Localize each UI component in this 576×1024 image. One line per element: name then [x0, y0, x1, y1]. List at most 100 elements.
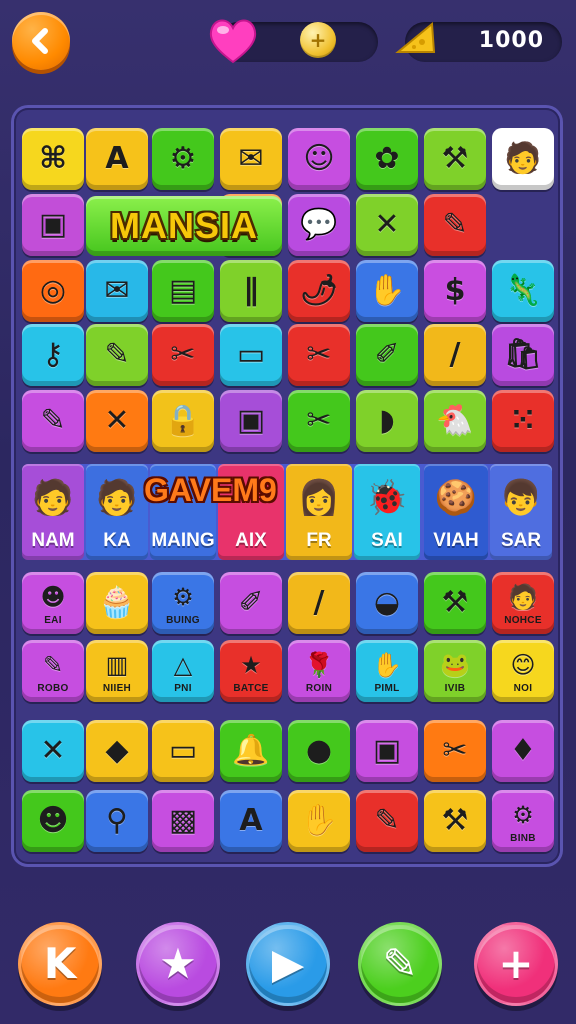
- tile-r4c5[interactable]: ✂: [288, 324, 350, 386]
- tile-icon: ✋: [300, 803, 338, 838]
- tile-r1c5[interactable]: ☺: [288, 128, 350, 190]
- add-button[interactable]: +: [474, 922, 558, 1006]
- tile-icon: 🦎: [504, 273, 542, 308]
- tile-r1c3[interactable]: ⚙: [152, 128, 214, 190]
- tile-icon: /: [449, 337, 461, 372]
- tile-icon: ✕: [374, 207, 400, 242]
- tile-r4c1[interactable]: ⚷: [22, 324, 84, 386]
- character-label: SAR: [500, 530, 542, 551]
- tile-r3c3[interactable]: ▤: [152, 260, 214, 322]
- tile-r4c3[interactable]: ✂: [152, 324, 214, 386]
- tile-caption: PNI: [174, 682, 192, 694]
- tile-r3c7[interactable]: $: [424, 260, 486, 322]
- tile-r9c1[interactable]: ✕: [22, 720, 84, 782]
- tile-r3c8[interactable]: 🦎: [492, 260, 554, 322]
- tile-r9c5[interactable]: ●: [288, 720, 350, 782]
- tile-r7c3[interactable]: ⚙ BUING: [152, 572, 214, 634]
- tile-r1c8[interactable]: 🧑: [492, 128, 554, 190]
- tile-r3c1[interactable]: ◎: [22, 260, 84, 322]
- tile-r7c6[interactable]: ◒: [356, 572, 418, 634]
- tile-r5c2[interactable]: ✕: [86, 390, 148, 452]
- play-button[interactable]: ▶: [246, 922, 330, 1006]
- tile-r4c7[interactable]: /: [424, 324, 486, 386]
- back-button[interactable]: [12, 12, 70, 70]
- character-cell[interactable]: 🍪 VIAH: [424, 464, 488, 560]
- tile-r8c5[interactable]: 🌹 ROIN: [288, 640, 350, 702]
- tile-r7c7[interactable]: ⚒: [424, 572, 486, 634]
- tile-r7c2[interactable]: 🧁: [86, 572, 148, 634]
- tile-r8c7[interactable]: 🐸 IVIB: [424, 640, 486, 702]
- tile-icon: ✎: [42, 650, 64, 679]
- tile-r9c3[interactable]: ▭: [152, 720, 214, 782]
- tile-r7c1[interactable]: ☻ EAI: [22, 572, 84, 634]
- tile-r5c6[interactable]: ◗: [356, 390, 418, 452]
- tile-r5c3[interactable]: 🔒: [152, 390, 214, 452]
- tile-r10c8[interactable]: ⚙ BINB: [492, 790, 554, 852]
- tile-r10c1[interactable]: ☻: [22, 790, 84, 852]
- tile-r5c1[interactable]: ✎: [22, 390, 84, 452]
- brush-button[interactable]: ✎: [358, 922, 442, 1006]
- tile-r9c7[interactable]: ✂: [424, 720, 486, 782]
- tile-r1c4[interactable]: ✉: [220, 128, 282, 190]
- tile-r7c4[interactable]: ✐: [220, 572, 282, 634]
- tile-r1c2[interactable]: A: [86, 128, 148, 190]
- tile-r8c3[interactable]: △ PNI: [152, 640, 214, 702]
- tile-r5c4[interactable]: ▣: [220, 390, 282, 452]
- tile-r8c8[interactable]: 😊 NOI: [492, 640, 554, 702]
- tile-r2c5[interactable]: 💬: [288, 194, 350, 256]
- tile-icon: ✎: [374, 803, 400, 838]
- tile-r10c6[interactable]: ✎: [356, 790, 418, 852]
- tile-r10c7[interactable]: ⚒: [424, 790, 486, 852]
- star-button[interactable]: ★: [136, 922, 220, 1006]
- tile-r2c1[interactable]: ▣: [22, 194, 84, 256]
- tile-r3c2[interactable]: ✉: [86, 260, 148, 322]
- tile-icon: ▭: [168, 733, 198, 768]
- banner-title: MANSIA: [110, 205, 258, 246]
- character-cell[interactable]: 🧑 NAM: [22, 464, 84, 560]
- tile-r4c8[interactable]: 🛍: [492, 324, 554, 386]
- tile-r1c1[interactable]: ⌘: [22, 128, 84, 190]
- tile-icon: ✋: [368, 273, 406, 308]
- tile-r8c1[interactable]: ✎ ROBO: [22, 640, 84, 702]
- tile-r10c4[interactable]: A: [220, 790, 282, 852]
- character-face-icon: 🐞: [365, 478, 409, 518]
- tile-r3c4[interactable]: ∥: [220, 260, 282, 322]
- tile-r7c5[interactable]: /: [288, 572, 350, 634]
- character-cell[interactable]: 👦 SAR: [490, 464, 552, 560]
- tile-r9c4[interactable]: 🔔: [220, 720, 282, 782]
- tile-r4c2[interactable]: ✎: [86, 324, 148, 386]
- tile-caption: IVIB: [444, 682, 466, 694]
- tile-r10c2[interactable]: ⚲: [86, 790, 148, 852]
- character-cell[interactable]: 🐞 SAI: [354, 464, 420, 560]
- heart-icon: [209, 19, 257, 64]
- tile-r8c2[interactable]: ▥ NIIEH: [86, 640, 148, 702]
- tile-r4c6[interactable]: ✐: [356, 324, 418, 386]
- character-cell[interactable]: 👩 FR: [286, 464, 352, 560]
- tile-r5c7[interactable]: 🐔: [424, 390, 486, 452]
- tile-r3c6[interactable]: ✋: [356, 260, 418, 322]
- tile-r5c5[interactable]: ✂: [288, 390, 350, 452]
- tile-icon: ✐: [238, 585, 264, 620]
- tile-r10c3[interactable]: ▩: [152, 790, 214, 852]
- back-k-button[interactable]: K: [18, 922, 102, 1006]
- tile-caption: EAI: [44, 614, 62, 626]
- play-icon: ▶: [271, 939, 305, 988]
- tile-icon: ▭: [236, 337, 266, 372]
- tile-r8c6[interactable]: ✋ PIML: [356, 640, 418, 702]
- tile-r9c8[interactable]: ♦: [492, 720, 554, 782]
- tile-r3c5[interactable]: 🌶: [288, 260, 350, 322]
- tile-r9c2[interactable]: ◆: [86, 720, 148, 782]
- tile-r1c7[interactable]: ⚒: [424, 128, 486, 190]
- tile-r9c6[interactable]: ▣: [356, 720, 418, 782]
- character-cell[interactable]: 🧑 KA: [86, 464, 148, 560]
- tile-r10c5[interactable]: ✋: [288, 790, 350, 852]
- tile-r8c4[interactable]: ★ BATCE: [220, 640, 282, 702]
- tile-r1c6[interactable]: ✿: [356, 128, 418, 190]
- tile-caption: ROIN: [305, 682, 333, 694]
- tile-r5c8[interactable]: ⁙: [492, 390, 554, 452]
- tile-icon: 🌹: [304, 650, 334, 679]
- tile-r2c7[interactable]: ✎: [424, 194, 486, 256]
- tile-r4c4[interactable]: ▭: [220, 324, 282, 386]
- tile-r7c8[interactable]: 🧑 NOHCE: [492, 572, 554, 634]
- tile-r2c6[interactable]: ✕: [356, 194, 418, 256]
